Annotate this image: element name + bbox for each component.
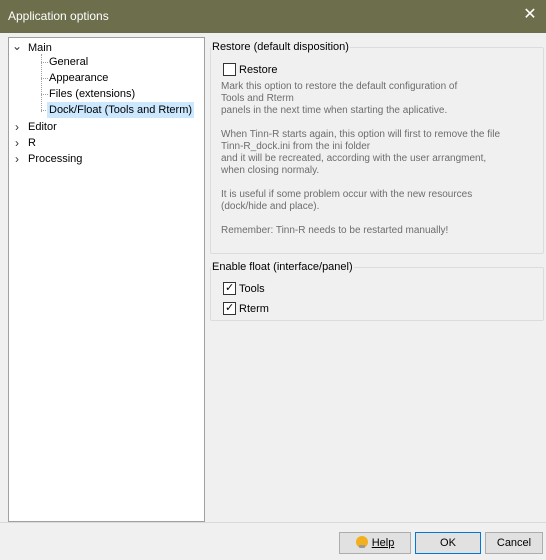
cancel-button[interactable]: Cancel bbox=[485, 532, 543, 554]
description-line: panels in the next time when starting th… bbox=[221, 105, 448, 116]
chevron-right-icon[interactable]: › bbox=[12, 119, 22, 135]
tree-item-label: Dock/Float (Tools and Rterm) bbox=[47, 102, 195, 118]
lightbulb-icon bbox=[355, 536, 368, 548]
chevron-right-icon[interactable]: › bbox=[12, 151, 22, 167]
restore-checkbox[interactable]: Restore bbox=[223, 63, 303, 77]
tree-item-label: General bbox=[49, 56, 89, 68]
tree-item-label: R bbox=[28, 137, 36, 149]
description-line: When Tinn-R starts again, this option wi… bbox=[221, 129, 501, 140]
tree-item-label: Appearance bbox=[49, 72, 109, 84]
float-group: Enable float (interface/panel) ✓ Tools ✓… bbox=[210, 260, 544, 321]
window-title: Application options bbox=[8, 9, 109, 23]
description-line: and it will be recreated, according with… bbox=[221, 153, 487, 164]
float-group-caption: Enable float (interface/panel) bbox=[211, 260, 354, 274]
restore-group-caption: Restore (default disposition) bbox=[211, 40, 350, 54]
close-icon[interactable]: ✕ bbox=[522, 6, 538, 24]
restore-description: Mark this option to restore the default … bbox=[221, 81, 500, 237]
description-line: (dock/hide and place). bbox=[221, 201, 320, 212]
cancel-button-label: Cancel bbox=[496, 537, 532, 549]
dialog-footer: Help OK Cancel bbox=[0, 522, 546, 560]
tools-checkbox[interactable]: ✓ Tools bbox=[223, 282, 303, 296]
restore-checkbox-label: Restore bbox=[239, 64, 278, 76]
options-panel: Restore (default disposition) Restore Ma… bbox=[208, 37, 546, 522]
title-bar[interactable]: Application options ✕ bbox=[0, 0, 546, 33]
tools-checkbox-box[interactable]: ✓ bbox=[223, 282, 236, 295]
help-button-label: Help bbox=[371, 537, 395, 549]
rterm-checkbox-label: Rterm bbox=[239, 303, 269, 315]
rterm-checkbox-box[interactable]: ✓ bbox=[223, 302, 236, 315]
checkmark-icon: ✓ bbox=[225, 302, 235, 314]
description-line: when closing normaly. bbox=[221, 165, 320, 176]
description-line: Remember: Tinn-R needs to be restarted m… bbox=[221, 225, 449, 236]
description-line: Mark this option to restore the default … bbox=[221, 81, 458, 92]
checkmark-icon: ✓ bbox=[225, 282, 235, 294]
chevron-right-icon[interactable]: › bbox=[12, 135, 22, 151]
options-tree[interactable]: ⌄ Main General Appearance Files (extensi… bbox=[8, 37, 205, 522]
application-options-window: Application options ✕ ⌄ Main General App… bbox=[0, 0, 546, 560]
restore-checkbox-box[interactable] bbox=[223, 63, 236, 76]
rterm-checkbox[interactable]: ✓ Rterm bbox=[223, 302, 303, 316]
chevron-down-icon[interactable]: ⌄ bbox=[12, 38, 22, 54]
ok-button[interactable]: OK bbox=[415, 532, 481, 554]
description-line: It is useful if some problem occur with … bbox=[221, 189, 473, 200]
tools-checkbox-label: Tools bbox=[239, 283, 265, 295]
restore-group: Restore (default disposition) Restore Ma… bbox=[210, 40, 544, 254]
description-line: Tools and Rterm bbox=[221, 93, 294, 104]
tree-item-label: Editor bbox=[28, 121, 57, 133]
tree-item-label: Processing bbox=[28, 153, 83, 165]
description-line: Tinn-R_dock.ini from the ini folder bbox=[221, 141, 371, 152]
ok-button-label: OK bbox=[440, 537, 456, 549]
tree-item-label: Files (extensions) bbox=[49, 88, 136, 100]
help-button[interactable]: Help bbox=[339, 532, 411, 554]
